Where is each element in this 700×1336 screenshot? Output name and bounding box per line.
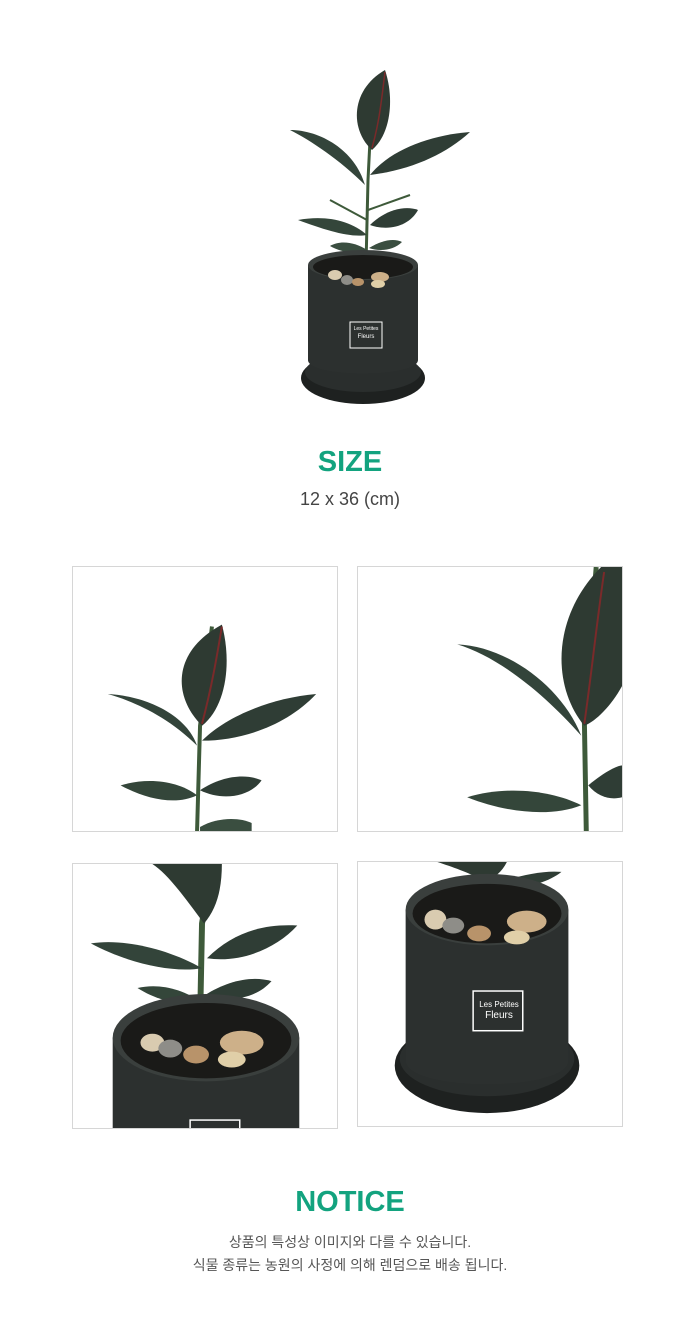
notice-line-2: 식물 종류는 농원의 사정에 의해 렌덤으로 배송 됩니다.: [192, 1257, 508, 1273]
hero-brand-line1: Les Petites: [353, 326, 379, 332]
gallery-photo-leaves: [72, 566, 338, 832]
gallery-photo-pot-top: [72, 863, 338, 1129]
hero-product-image: Les Petites Fleurs: [270, 60, 490, 420]
size-title: SIZE: [317, 446, 383, 478]
size-value: 12 x 36 (cm): [299, 489, 401, 509]
photo-brand-label: Les Petites Fleurs: [474, 999, 524, 1021]
gallery-photo-leaf-detail: [357, 566, 623, 832]
gallery-photo-pot-label: Les Petites Fleurs: [357, 861, 623, 1127]
hero-brand-line2: Fleurs: [357, 334, 375, 340]
photo-brand-line1: Les Petites: [479, 1000, 519, 1009]
hero-brand-label: Les Petites Fleurs: [350, 325, 382, 341]
notice-line-1: 상품의 특성상 이미지와 다를 수 있습니다.: [228, 1234, 472, 1250]
photo-brand-line2: Fleurs: [485, 1010, 513, 1021]
notice-title: NOTICE: [295, 1186, 405, 1218]
